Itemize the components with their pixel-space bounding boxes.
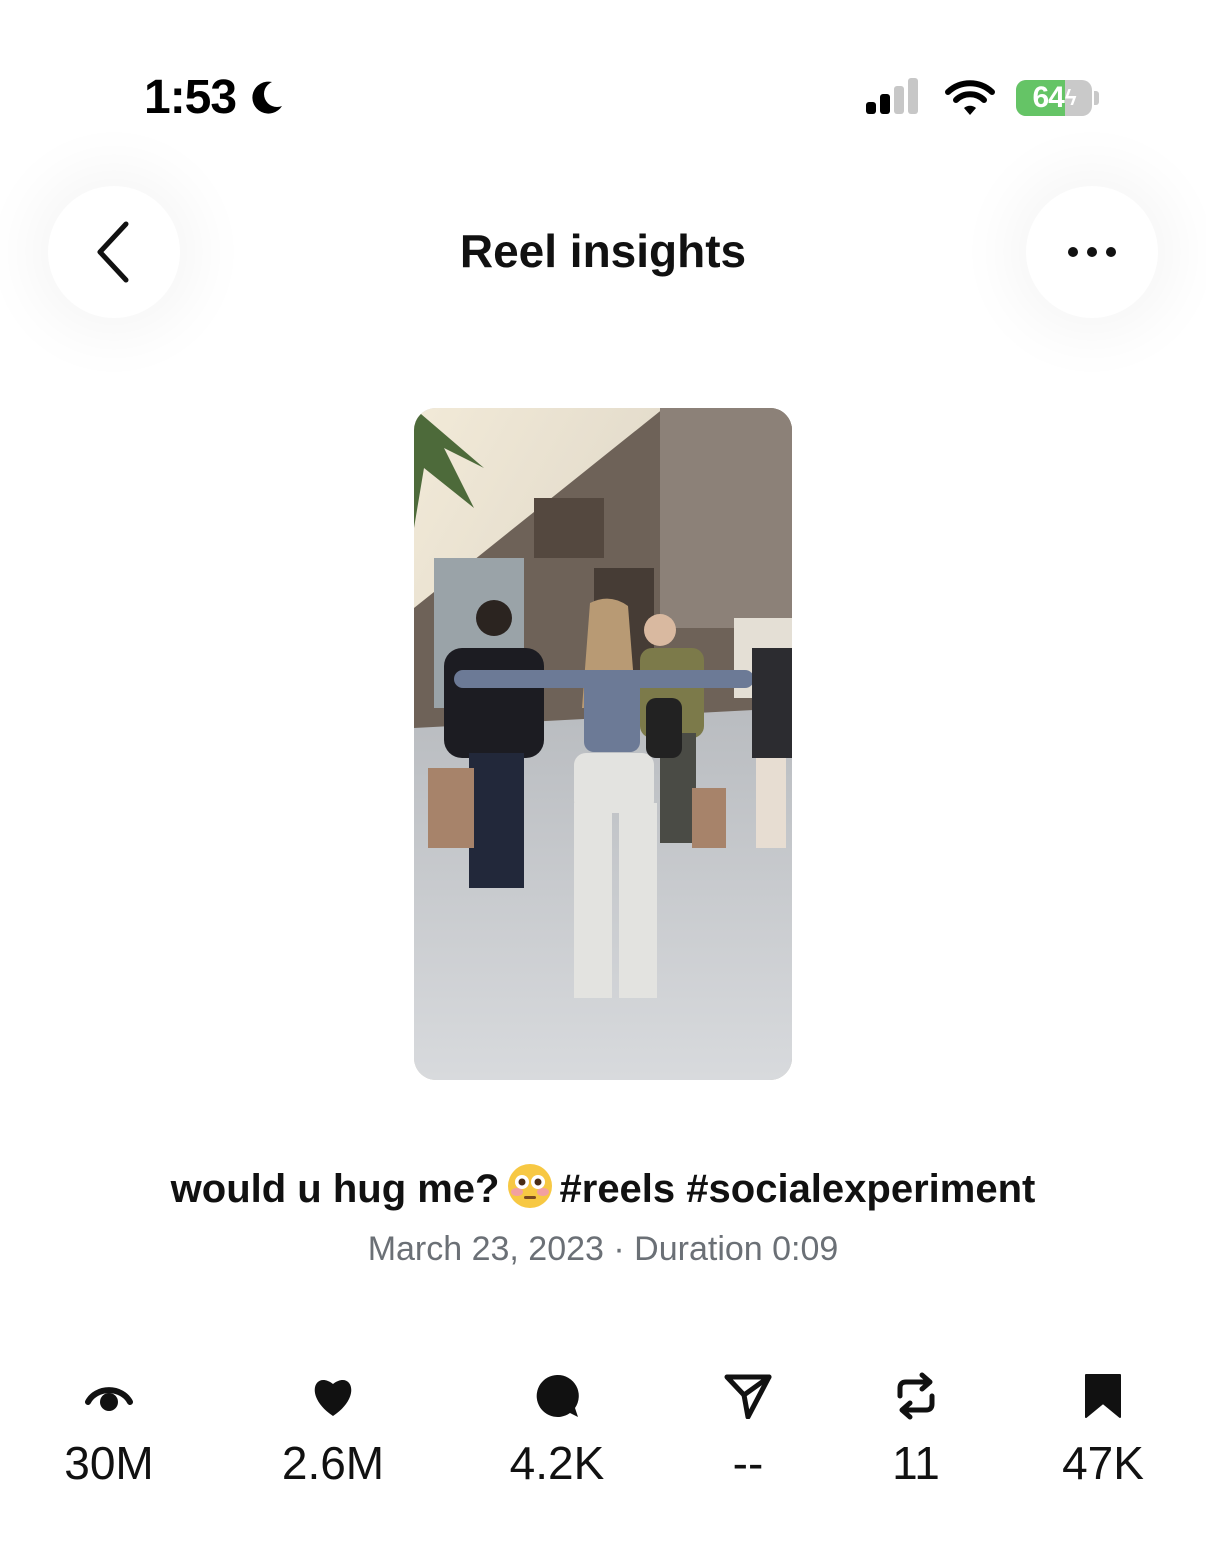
views-count: 30M	[64, 1437, 154, 1489]
battery-charging-icon: 64 ϟ	[1016, 80, 1092, 116]
caption-text: would u hug me?	[170, 1167, 500, 1211]
status-time: 1:53	[144, 70, 286, 125]
stat-comments[interactable]: 4.2K	[467, 1370, 647, 1490]
stat-likes[interactable]: 2.6M	[243, 1370, 423, 1490]
heart-icon	[314, 1380, 352, 1416]
caption-hashtags[interactable]: #reels #socialexperiment	[560, 1167, 1036, 1211]
more-options-button[interactable]	[1026, 186, 1158, 318]
reposts-count: 11	[892, 1437, 940, 1489]
cellular-signal-icon	[866, 78, 918, 114]
repost-icon	[897, 1372, 935, 1420]
shares-count: --	[732, 1437, 764, 1489]
send-icon	[724, 1374, 772, 1419]
comment-icon	[536, 1374, 579, 1417]
reel-cover-image	[414, 408, 792, 1080]
battery-level: 64	[1032, 81, 1064, 114]
flushed-face-emoji	[507, 1164, 552, 1208]
time-label: 1:53	[144, 71, 237, 124]
eye-icon	[85, 1387, 133, 1411]
stat-reposts[interactable]: 11	[826, 1370, 1006, 1490]
saves-count: 47K	[1062, 1437, 1144, 1489]
wifi-icon	[945, 80, 995, 115]
meta-separator: ·	[603, 1230, 635, 1268]
stat-shares[interactable]: --	[658, 1370, 838, 1490]
reel-meta: March 23, 2023 · Duration 0:09	[0, 1230, 1206, 1269]
stat-saves[interactable]: 47K	[1013, 1370, 1193, 1490]
bookmark-icon	[1085, 1374, 1121, 1418]
likes-count: 2.6M	[281, 1437, 385, 1489]
moon-icon	[252, 81, 283, 114]
reel-date: March 23, 2023	[367, 1230, 604, 1268]
reel-duration: Duration 0:09	[634, 1230, 839, 1268]
reel-thumbnail[interactable]	[414, 408, 792, 1080]
reel-caption: would u hug me? #reels #socialexperiment	[0, 1162, 1206, 1212]
stat-views[interactable]: 30M	[19, 1370, 199, 1490]
comments-count: 4.2K	[509, 1437, 605, 1489]
ellipsis-icon	[1068, 247, 1116, 257]
status-indicators: 64 ϟ	[864, 78, 1099, 118]
